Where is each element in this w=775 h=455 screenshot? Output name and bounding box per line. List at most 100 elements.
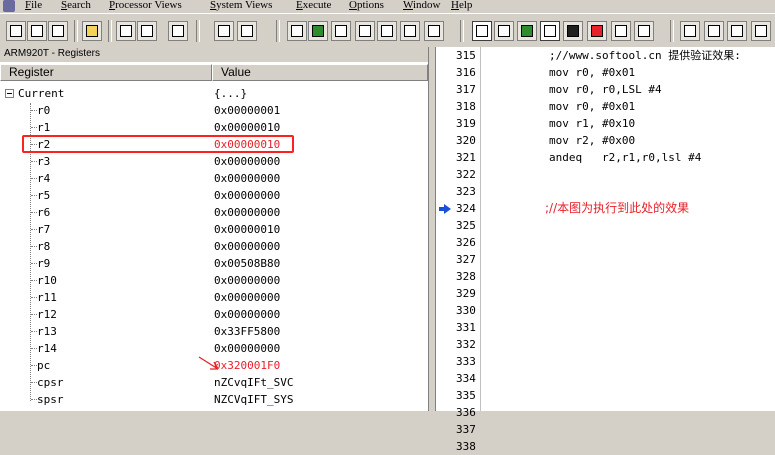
source-line[interactable]: 320 mov r2, #0x00 xyxy=(436,132,775,149)
source-line[interactable]: 337 xyxy=(436,421,775,438)
register-value[interactable]: 0x00000000 xyxy=(214,170,280,187)
menu-options[interactable]: Options xyxy=(349,0,384,11)
menu-help[interactable]: Help xyxy=(451,0,472,11)
menu-file[interactable]: File xyxy=(25,0,42,11)
view-search-icon[interactable] xyxy=(400,21,420,41)
source-line[interactable]: 319 mov r1, #0x10 xyxy=(436,115,775,132)
register-row[interactable]: r7 0x00000010 xyxy=(0,221,428,238)
view-watch-window-icon[interactable] xyxy=(517,21,537,41)
register-value[interactable]: 0x00000001 xyxy=(214,102,280,119)
step-over-icon[interactable] xyxy=(704,21,724,41)
run-to-cursor-icon[interactable] xyxy=(751,21,771,41)
source-line[interactable]: 317 mov r0, r0,LSL #4 xyxy=(436,81,775,98)
register-value[interactable]: 0x33FF5800 xyxy=(214,323,280,340)
register-row[interactable]: r1 0x00000010 xyxy=(0,119,428,136)
pane-splitter[interactable] xyxy=(429,47,436,411)
register-row[interactable]: r11 0x00000000 xyxy=(0,289,428,306)
register-value[interactable]: 0x00000000 xyxy=(214,306,280,323)
register-value[interactable]: 0x00000000 xyxy=(214,238,280,255)
find-previous-icon[interactable] xyxy=(237,21,257,41)
source-line[interactable]: 315 ;//www.softool.cn 提供验证效果: xyxy=(436,47,775,64)
view-locals-icon[interactable] xyxy=(494,21,514,41)
column-header-register[interactable]: Register xyxy=(0,64,212,81)
view-console-icon[interactable] xyxy=(563,21,583,41)
register-row[interactable]: r9 0x00508B80 xyxy=(0,255,428,272)
source-line[interactable]: 316 mov r0, #0x01 xyxy=(436,64,775,81)
register-row[interactable]: r2 0x00000010 xyxy=(0,135,428,153)
register-row[interactable]: spsr NZCVqIFT_SYS xyxy=(0,391,428,408)
step-out-icon[interactable] xyxy=(727,21,747,41)
source-line[interactable]: 322 xyxy=(436,166,775,183)
view-registers-icon[interactable] xyxy=(287,21,307,41)
register-row[interactable]: r3 0x00000000 xyxy=(0,153,428,170)
view-watch-icon[interactable] xyxy=(308,21,328,41)
source-line[interactable]: 318 mov r0, #0x01 xyxy=(436,98,775,115)
register-value[interactable]: 0x00000010 xyxy=(214,221,280,238)
save-icon[interactable] xyxy=(116,21,136,41)
menu-processor-views[interactable]: Processor Views xyxy=(109,0,182,11)
menu-search[interactable]: Search xyxy=(61,0,91,11)
register-row[interactable]: r13 0x33FF5800 xyxy=(0,323,428,340)
collapse-icon[interactable] xyxy=(5,89,14,98)
source-line[interactable]: 332 xyxy=(436,336,775,353)
download-icon[interactable] xyxy=(82,21,102,41)
view-breakpoints-icon[interactable] xyxy=(587,21,607,41)
menu-execute[interactable]: Execute xyxy=(296,0,331,11)
register-value[interactable]: 0x00000000 xyxy=(214,204,280,221)
register-value[interactable]: NZCVqIFT_SYS xyxy=(214,391,293,408)
paste-icon[interactable] xyxy=(137,21,157,41)
view-variables-icon[interactable] xyxy=(331,21,351,41)
source-line[interactable]: 336 xyxy=(436,404,775,421)
source-line[interactable]: 326 xyxy=(436,234,775,251)
register-row[interactable]: cpsr nZCvqIFt_SVC xyxy=(0,374,428,391)
register-value[interactable]: 0x00000000 xyxy=(214,289,280,306)
find-next-icon[interactable] xyxy=(214,21,234,41)
register-value[interactable]: 0x00508B80 xyxy=(214,255,280,272)
source-line[interactable]: 321 andeq r2,r1,r0,lsl #4 xyxy=(436,149,775,166)
register-value[interactable]: nZCvqIFt_SVC xyxy=(214,374,293,391)
register-row[interactable]: r4 0x00000000 xyxy=(0,170,428,187)
view-trace-icon[interactable] xyxy=(611,21,631,41)
find-icon[interactable] xyxy=(168,21,188,41)
source-line[interactable]: 330 xyxy=(436,302,775,319)
source-line[interactable]: 328 xyxy=(436,268,775,285)
source-line[interactable]: 333 xyxy=(436,353,775,370)
step-in-icon[interactable] xyxy=(680,21,700,41)
column-header-value[interactable]: Value xyxy=(212,64,428,81)
menu-window[interactable]: Window xyxy=(403,0,440,11)
source-line[interactable]: 338 xyxy=(436,438,775,455)
view-registers-active-icon[interactable] xyxy=(472,21,492,41)
view-source-icon[interactable] xyxy=(424,21,444,41)
source-line[interactable]: 329 xyxy=(436,285,775,302)
source-line[interactable]: 323 xyxy=(436,183,775,200)
source-editor[interactable]: 315 ;//www.softool.cn 提供验证效果: 316 mov r0, #… xyxy=(436,47,775,453)
register-value[interactable]: 0x00000000 xyxy=(214,272,280,289)
register-row[interactable]: r12 0x00000000 xyxy=(0,306,428,323)
menu-system-views[interactable]: System Views xyxy=(210,0,272,11)
register-value[interactable]: 0x00000000 xyxy=(214,187,280,204)
view-memory-icon[interactable] xyxy=(355,21,375,41)
source-line[interactable]: 335 xyxy=(436,387,775,404)
view-disassembly-icon[interactable] xyxy=(377,21,397,41)
source-line[interactable]: 325 xyxy=(436,217,775,234)
open-project-icon[interactable] xyxy=(6,21,26,41)
view-memory-window-icon[interactable] xyxy=(540,21,560,41)
source-line[interactable]: 334 xyxy=(436,370,775,387)
register-row[interactable]: r8 0x00000000 xyxy=(0,238,428,255)
source-line[interactable]: 331 xyxy=(436,319,775,336)
register-group-current[interactable]: Current {...} xyxy=(0,85,428,102)
reload-icon[interactable] xyxy=(27,21,47,41)
line-number: 327 xyxy=(456,253,476,266)
view-output-icon[interactable] xyxy=(634,21,654,41)
open-file-icon[interactable] xyxy=(48,21,68,41)
source-line[interactable]: 324 ;//本图为执行到此处的效果 xyxy=(436,200,775,217)
register-value[interactable]: 0x00000000 xyxy=(214,153,280,170)
app-icon xyxy=(3,0,15,12)
current-line-arrow-icon xyxy=(439,204,451,214)
source-line[interactable]: 327 xyxy=(436,251,775,268)
register-row[interactable]: r5 0x00000000 xyxy=(0,187,428,204)
register-row[interactable]: r6 0x00000000 xyxy=(0,204,428,221)
register-row[interactable]: r0 0x00000001 xyxy=(0,102,428,119)
register-row[interactable]: r10 0x00000000 xyxy=(0,272,428,289)
register-value[interactable]: 0x00000010 xyxy=(214,119,280,136)
